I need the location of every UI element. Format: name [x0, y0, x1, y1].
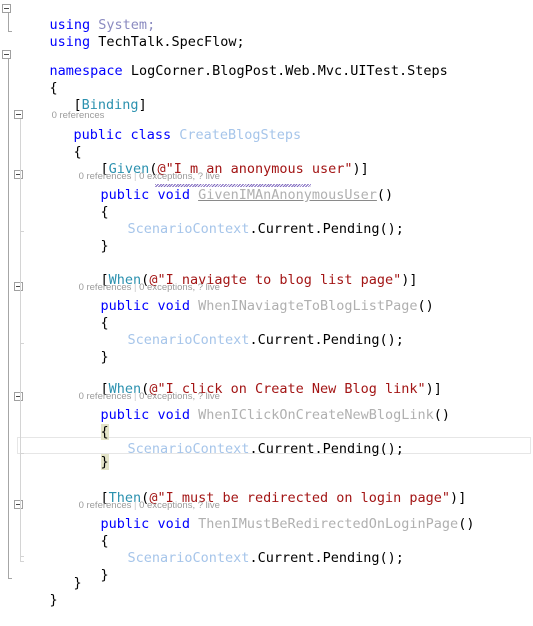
- fold-line-method-when2: [20, 401, 21, 453]
- fold-toggle-method-when1[interactable]: [14, 282, 23, 291]
- codelens-class[interactable]: 0 references: [41, 96, 105, 121]
- type-scenariocontext: ScenarioContext: [127, 332, 250, 348]
- code-line-28[interactable]: public void ThenIMustBeRedirectedOnLogin…: [68, 499, 475, 532]
- brace-close-method: }: [100, 349, 109, 365]
- code-line-23[interactable]: {: [68, 407, 109, 440]
- codelens-method-then[interactable]: 0 references | 0 exceptions, ? live: [68, 486, 220, 511]
- code-line-18[interactable]: ScenarioContext.Current.Pending();: [95, 315, 404, 348]
- brace-close-namespace: }: [49, 592, 58, 608]
- paren-empty: (): [433, 407, 451, 423]
- fold-line-method-then: [20, 509, 21, 561]
- method-name-when-2[interactable]: WhenIClickOnCreateNewBlogLink: [198, 407, 434, 423]
- type-scenariocontext: ScenarioContext: [127, 550, 250, 566]
- namespace-declaration-name: LogCorner.BlogPost.Web.Mvc.UITest.Steps: [130, 63, 448, 79]
- code-line-7[interactable]: public class CreateBlogSteps: [41, 110, 302, 143]
- code-line-1[interactable]: using System;: [17, 0, 156, 33]
- keyword-void: void: [157, 187, 190, 203]
- code-editor[interactable]: using System; using TechTalk.SpecFlow; n…: [0, 0, 533, 608]
- paren-empty: (): [458, 516, 475, 532]
- keyword-class: class: [130, 127, 172, 143]
- code-line-2[interactable]: using TechTalk.SpecFlow;: [17, 17, 245, 50]
- code-line-33[interactable]: }: [17, 575, 58, 608]
- brace-close-class: }: [73, 575, 82, 591]
- outlining-margin[interactable]: [0, 0, 23, 593]
- code-line-11[interactable]: {: [68, 187, 109, 220]
- fold-bracket-namespace: [8, 59, 9, 578]
- code-line-25[interactable]: }: [68, 437, 109, 470]
- brace-close-method: }: [100, 238, 109, 254]
- fold-line-method-when1-end: [20, 343, 24, 344]
- spelling-squiggle-given: [155, 184, 311, 187]
- fold-toggle-namespace[interactable]: [2, 50, 11, 59]
- code-line-5[interactable]: {: [17, 63, 58, 96]
- paren-empty: (): [376, 187, 394, 203]
- fold-toggle-method-given[interactable]: [14, 170, 23, 179]
- class-name: CreateBlogSteps: [179, 127, 302, 143]
- code-line-4[interactable]: namespace LogCorner.BlogPost.Web.Mvc.UIT…: [17, 46, 448, 79]
- method-name-given[interactable]: GivenIMAnAnonymousUser: [198, 187, 377, 203]
- code-line-32[interactable]: }: [41, 558, 82, 591]
- code-line-29[interactable]: {: [68, 516, 109, 549]
- codelens-method-given[interactable]: 0 references | 0 exceptions, ? live: [68, 157, 220, 182]
- member-current-pending: .Current.Pending();: [249, 332, 404, 348]
- fold-bracket-end-namespace: [8, 578, 12, 579]
- fold-bracket-using: [8, 13, 9, 31]
- code-line-24[interactable]: ScenarioContext.Current.Pending();: [95, 424, 404, 457]
- codelens-method-when-1[interactable]: 0 references | 0 exceptions, ? live: [68, 268, 220, 293]
- keyword-namespace: namespace: [49, 63, 123, 79]
- member-current-pending: .Current.Pending();: [249, 441, 404, 457]
- code-line-19[interactable]: }: [68, 332, 109, 365]
- fold-line-method-when1: [20, 291, 21, 343]
- brace-close-method: }: [100, 567, 109, 583]
- fold-bracket-end-using: [8, 31, 12, 32]
- fold-line-method-when2-end: [20, 453, 24, 454]
- type-scenariocontext: ScenarioContext: [127, 221, 250, 237]
- method-name-when-1[interactable]: WhenINaviagteToBlogListPage: [198, 298, 417, 314]
- fold-line-method-given: [20, 179, 21, 231]
- fold-line-method-then-end: [20, 561, 24, 562]
- code-line-13[interactable]: }: [68, 221, 109, 254]
- fold-toggle-method-when2[interactable]: [14, 392, 23, 401]
- brace-close-matched: }: [100, 454, 109, 470]
- member-current-pending: .Current.Pending();: [249, 550, 404, 566]
- keyword-void: void: [157, 516, 190, 532]
- keyword-void: void: [157, 407, 190, 423]
- keyword-void: void: [157, 298, 190, 314]
- code-line-30[interactable]: ScenarioContext.Current.Pending();: [95, 533, 404, 566]
- fold-toggle-using[interactable]: [2, 4, 11, 13]
- member-current-pending: .Current.Pending();: [249, 221, 404, 237]
- type-scenariocontext: ScenarioContext: [127, 441, 250, 457]
- fold-toggle-method-then[interactable]: [14, 500, 23, 509]
- paren-empty: (): [417, 298, 434, 314]
- fold-line-method-given-end: [20, 231, 24, 232]
- code-line-8[interactable]: {: [41, 127, 82, 160]
- codelens-method-when-2[interactable]: 0 references | 0 exceptions, ? live: [68, 377, 220, 402]
- code-line-6[interactable]: [Binding]: [41, 80, 147, 113]
- code-line-16[interactable]: public void WhenINaviagteToBlogListPage(…: [68, 281, 434, 314]
- code-line-12[interactable]: ScenarioContext.Current.Pending();: [95, 204, 404, 237]
- code-line-22[interactable]: public void WhenIClickOnCreateNewBlogLin…: [68, 390, 451, 423]
- method-name-then[interactable]: ThenIMustBeRedirectedOnLoginPage: [198, 516, 458, 532]
- code-line-17[interactable]: {: [68, 298, 109, 331]
